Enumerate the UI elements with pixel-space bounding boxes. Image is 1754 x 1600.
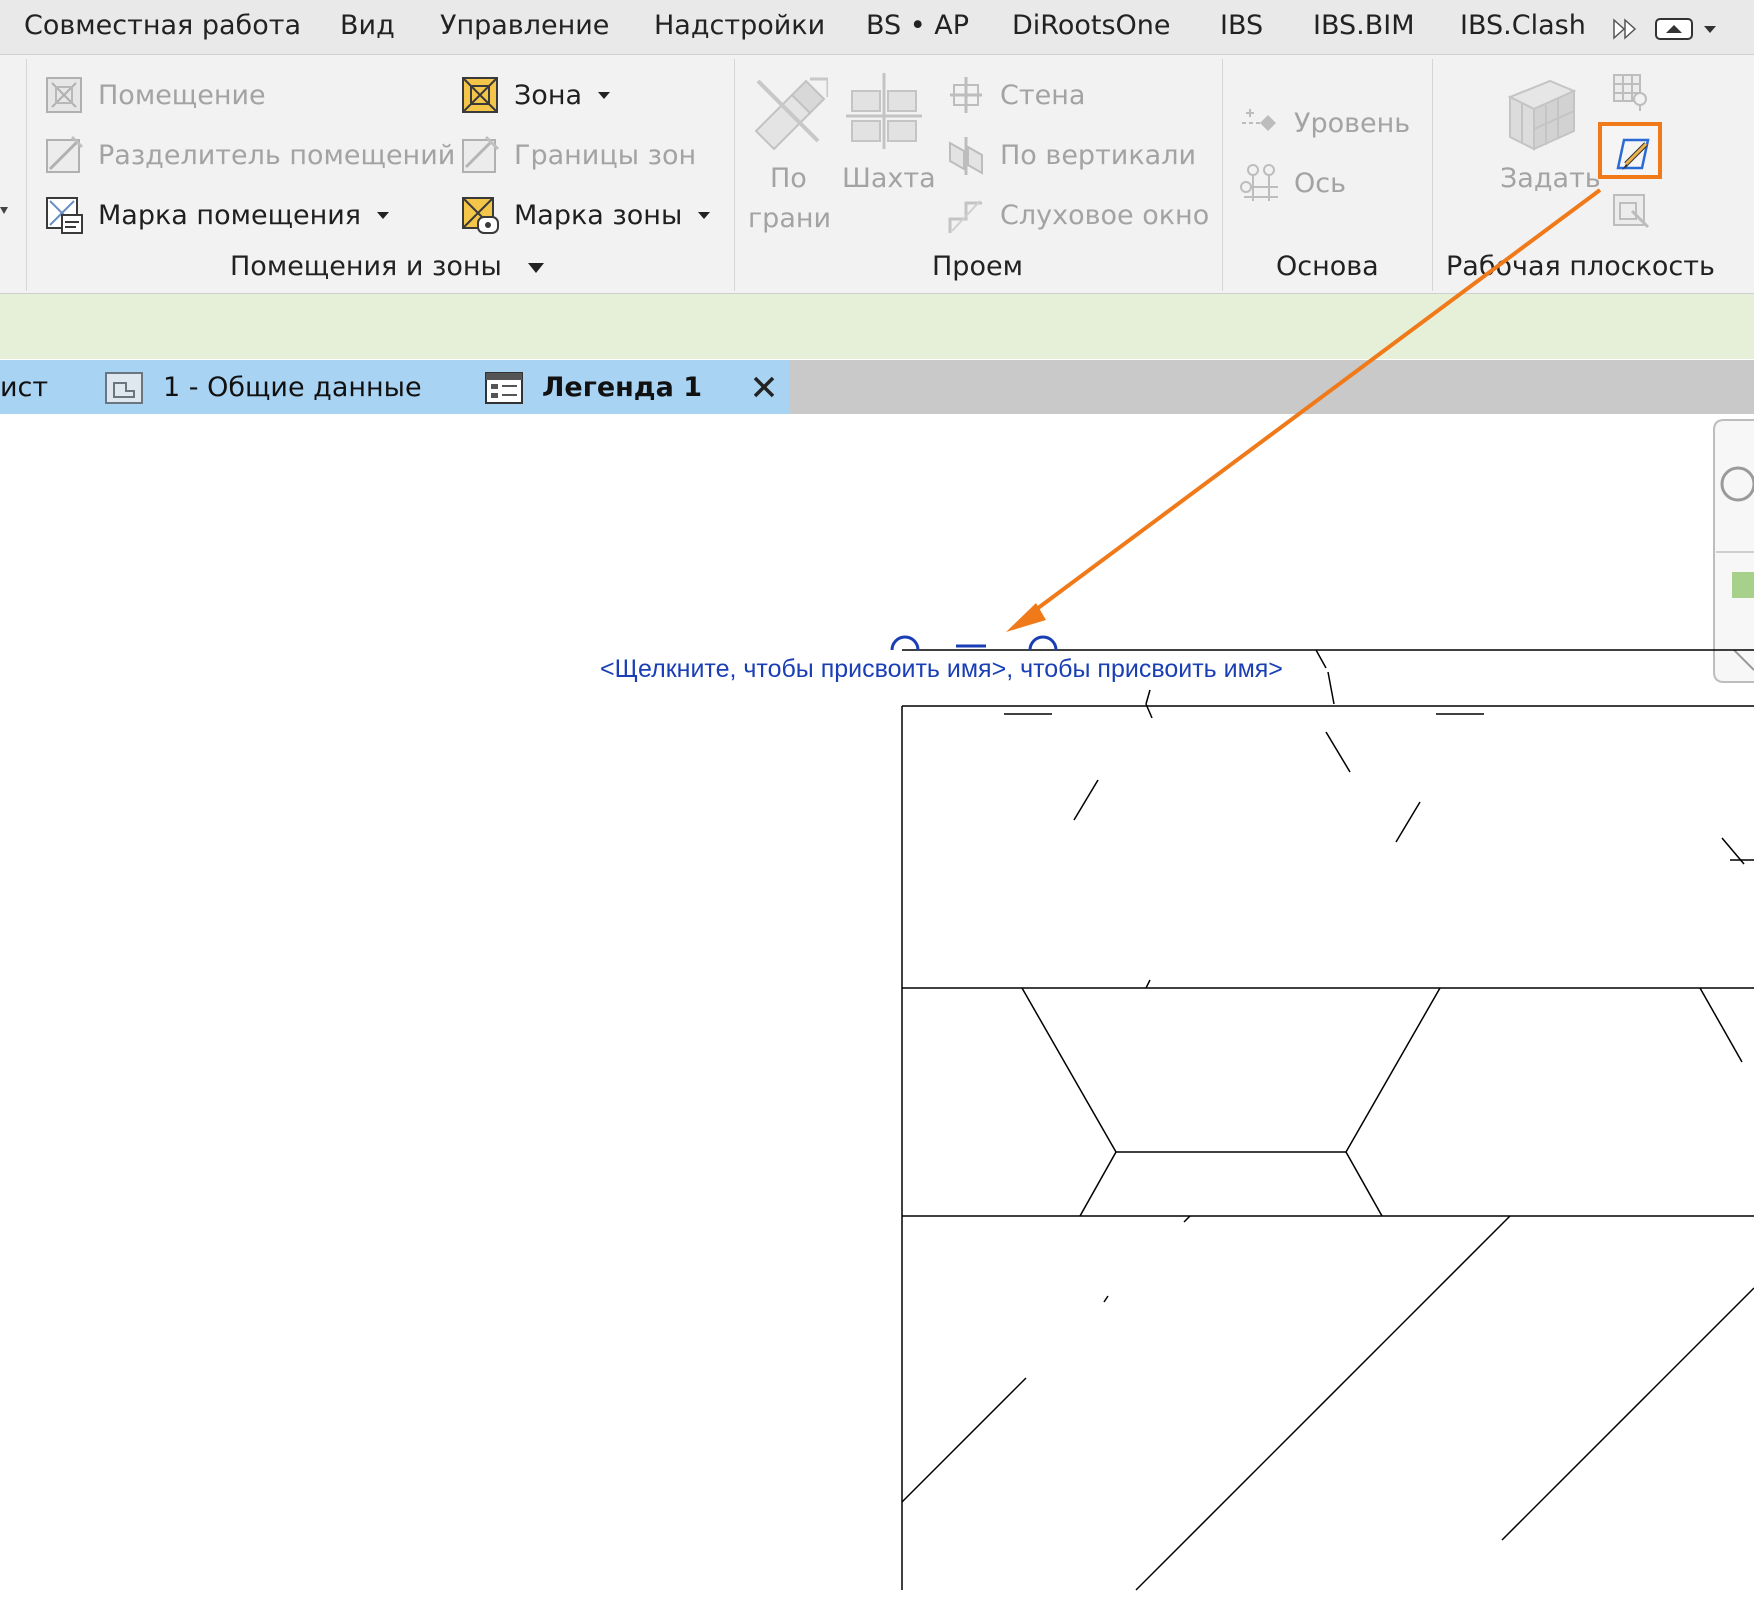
shaft-label[interactable]: Шахта (842, 163, 936, 194)
panel-separator (1432, 59, 1433, 291)
tab-collaborate[interactable]: Совместная работа (24, 10, 301, 41)
workplane-panel-title: Рабочая плоскость (1446, 251, 1715, 282)
legend-icon (485, 372, 523, 404)
room-separator-icon (46, 135, 84, 173)
tab-ibs-clash[interactable]: IBS.Clash (1460, 10, 1586, 41)
zone-icon (462, 77, 498, 113)
opening-by-face-icon (754, 77, 828, 151)
vertical-opening-icon (949, 137, 983, 175)
ribbon: Помещение Разделитель помещений Марка по… (0, 55, 1754, 294)
tab-manage[interactable]: Управление (440, 10, 609, 41)
reference-plane-button[interactable] (1598, 122, 1662, 179)
zone-boundaries-icon (462, 135, 500, 173)
workplane-viewer-icon[interactable] (1610, 189, 1652, 233)
tab-legend-1[interactable]: Легенда 1 (542, 372, 702, 403)
tab-ibs-bim[interactable]: IBS.BIM (1313, 10, 1415, 41)
chevron-left-icon (0, 207, 8, 214)
panel-separator (734, 59, 735, 291)
close-tab-icon[interactable] (752, 375, 776, 399)
grid-button[interactable]: Ось (1240, 161, 1346, 205)
grid-icon (1240, 164, 1278, 201)
tab-partial[interactable]: ист (0, 372, 48, 403)
room-tag-icon (46, 197, 83, 234)
rooms-panel-expand-icon[interactable] (528, 262, 545, 273)
set-workplane-label[interactable]: Задать (1500, 163, 1601, 194)
room-icon (46, 77, 82, 113)
zone-tag-button[interactable]: Марка зоны (460, 193, 711, 237)
dormer-opening-button[interactable]: Слуховое окно (946, 193, 1209, 237)
room-tag-button[interactable]: Марка помещения (44, 193, 390, 237)
level-button[interactable]: Уровень (1240, 101, 1410, 145)
reference-plane-icon (1616, 138, 1650, 170)
legend-name-label[interactable]: <Щелкните, чтобы присвоить имя>, чтобы п… (600, 655, 1283, 684)
zone-tag-dropdown-icon[interactable] (698, 211, 711, 219)
set-workplane-icon (1507, 79, 1577, 151)
panel-separator (1222, 59, 1223, 291)
ribbon-tab-bar: Совместная работа Вид Управление Надстро… (0, 0, 1754, 55)
opening-panel-title: Проем (932, 251, 1023, 282)
rooms-panel-title[interactable]: Помещения и зоны (230, 251, 545, 282)
vertical-opening-button[interactable]: По вертикали (946, 133, 1196, 177)
level-icon (1242, 109, 1276, 131)
dormer-icon (948, 200, 982, 233)
floor-plan-icon (105, 372, 143, 404)
drawing-canvas[interactable] (0, 414, 1754, 1600)
zone-dropdown-icon[interactable] (598, 91, 611, 99)
zone-tag-icon (462, 197, 499, 234)
tab-bs-ap[interactable]: BS • AP (866, 10, 969, 41)
zone-button[interactable]: Зона (460, 73, 611, 117)
room-separator-button[interactable]: Разделитель помещений (44, 133, 455, 177)
wall-opening-button[interactable]: Стена (946, 73, 1085, 117)
more-tabs-icon[interactable] (1612, 18, 1638, 40)
ribbon-minimize-icon[interactable] (1654, 16, 1722, 42)
view-tabs-group: ист 1 - Общие данные Легенда 1 (0, 360, 790, 414)
view-tab-strip: ист 1 - Общие данные Легенда 1 (0, 360, 1754, 414)
opening-by-face-label-2[interactable]: грани (748, 203, 831, 234)
datum-panel-title: Основа (1276, 251, 1379, 282)
zone-boundaries-button[interactable]: Границы зон (460, 133, 696, 177)
tab-general-data[interactable]: 1 - Общие данные (163, 372, 422, 403)
tab-ibs[interactable]: IBS (1220, 10, 1263, 41)
room-button[interactable]: Помещение (44, 73, 266, 117)
opening-by-face-label-1[interactable]: По (770, 163, 807, 194)
room-tag-dropdown-icon[interactable] (377, 211, 390, 219)
panel-separator (26, 59, 27, 291)
show-workplane-icon[interactable] (1610, 71, 1652, 113)
tab-view[interactable]: Вид (340, 10, 395, 41)
tab-addins[interactable]: Надстройки (654, 10, 825, 41)
shaft-icon (846, 73, 922, 149)
tab-dirootsone[interactable]: DiRootsOne (1012, 10, 1171, 41)
options-bar (0, 294, 1754, 359)
wall-opening-icon (950, 77, 982, 113)
